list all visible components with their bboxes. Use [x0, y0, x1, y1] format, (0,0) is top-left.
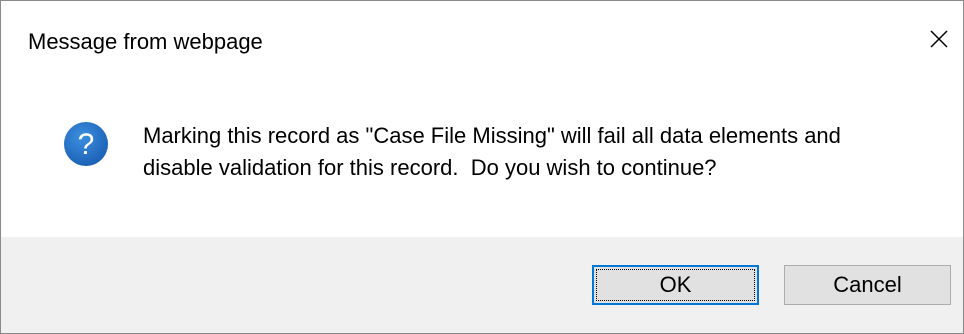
- close-button[interactable]: [919, 21, 959, 57]
- message-dialog: Message from webpage ? Marking this reco…: [0, 0, 964, 334]
- dialog-titlebar[interactable]: Message from webpage: [1, 1, 963, 81]
- cancel-button[interactable]: Cancel: [784, 265, 951, 305]
- dialog-footer: OK Cancel: [1, 237, 963, 333]
- message-line-2: disable validation for this record. Do y…: [143, 155, 717, 180]
- focus-ring: [596, 269, 755, 301]
- question-glyph: ?: [78, 128, 95, 161]
- close-icon: [930, 30, 948, 48]
- dialog-content: ? Marking this record as "Case File Miss…: [1, 81, 963, 237]
- question-icon: ?: [64, 122, 108, 166]
- ok-button[interactable]: OK: [592, 265, 759, 305]
- dialog-message: Marking this record as "Case File Missin…: [143, 120, 933, 184]
- dialog-title: Message from webpage: [28, 29, 263, 54]
- cancel-button-label: Cancel: [833, 272, 902, 297]
- message-line-1: Marking this record as "Case File Missin…: [143, 123, 841, 148]
